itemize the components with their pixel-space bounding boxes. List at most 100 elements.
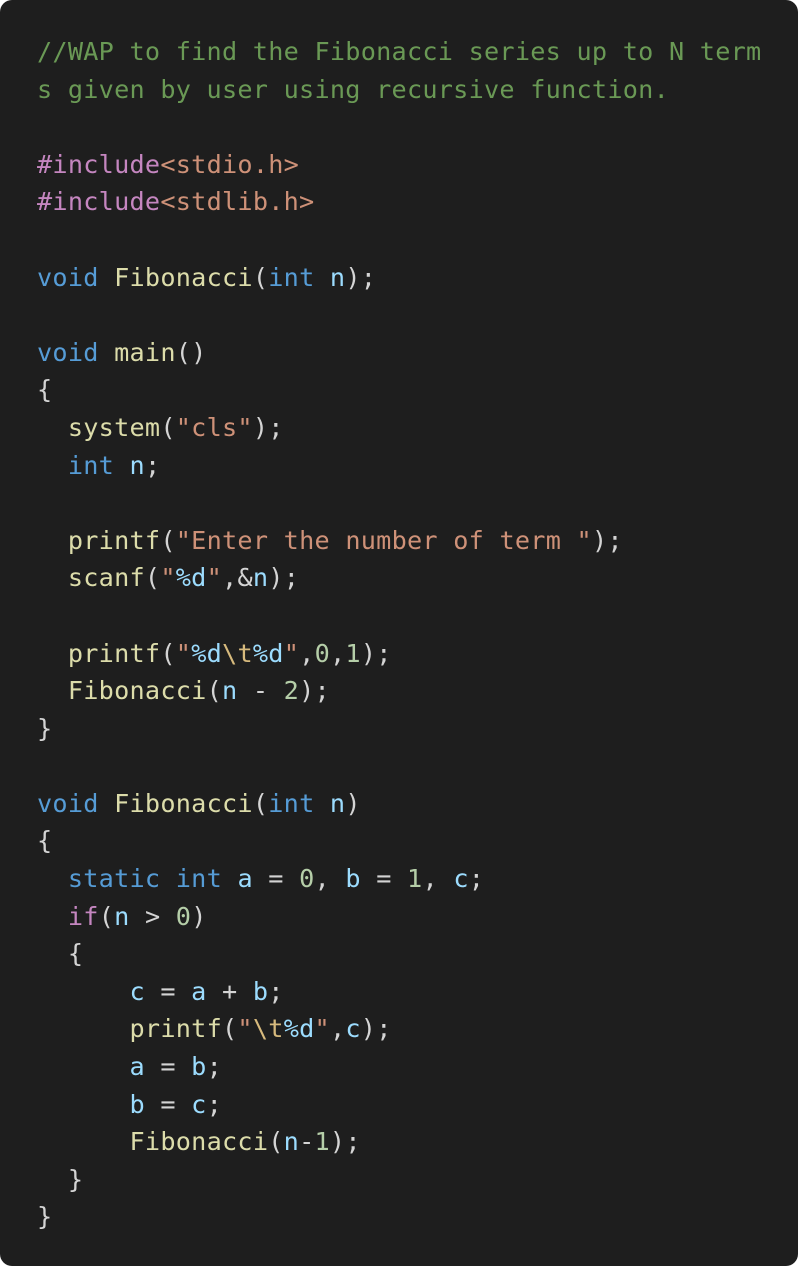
code-token: + xyxy=(206,976,253,1006)
code-token: void xyxy=(37,788,99,818)
code-line: #include<stdlib.h> xyxy=(37,183,788,221)
code-token: Fibonacci xyxy=(114,788,253,818)
code-token: Fibonacci xyxy=(67,676,207,706)
code-token: , xyxy=(329,1014,346,1044)
code-token: { xyxy=(37,826,53,856)
code-token: n xyxy=(329,788,346,818)
code-token: ) xyxy=(191,901,207,931)
code-line: static int a = 0, b = 1, c; xyxy=(37,860,788,898)
code-token: %d xyxy=(252,638,284,668)
code-token: ; xyxy=(206,1052,223,1082)
code-line: { xyxy=(37,935,788,973)
code-token: scanf xyxy=(67,563,145,593)
code-block: //WAP to find the Fibonacci series up to… xyxy=(0,0,798,1266)
code-token: a xyxy=(129,1052,145,1082)
code-token: ( xyxy=(222,1014,238,1044)
code-token: " xyxy=(160,563,176,593)
code-token: "Enter the number of term " xyxy=(175,525,592,555)
code-token: 0 xyxy=(175,901,192,931)
code-line: { xyxy=(37,822,788,860)
code-token: int xyxy=(67,450,115,480)
code-token: \t xyxy=(222,638,253,668)
code-token: ); xyxy=(591,525,623,555)
code-line: if(n > 0) xyxy=(37,898,788,936)
code-token: , xyxy=(314,864,346,894)
code-token: ( xyxy=(144,563,161,593)
code-line: void Fibonacci(int n); xyxy=(37,259,788,297)
code-token: ; xyxy=(206,1089,223,1119)
code-token: n xyxy=(114,901,130,931)
code-line: #include<stdio.h> xyxy=(37,146,788,184)
code-token: c xyxy=(453,864,469,894)
code-token: //WAP to find the Fibonacci series up to… xyxy=(37,37,762,66)
code-token: s given by user using recursive function… xyxy=(37,74,669,104)
code-token: > xyxy=(129,901,176,931)
code-token: <stdlib.h> xyxy=(160,187,315,217)
code-line: printf("%d\t%d",0,1); xyxy=(37,635,788,673)
code-line: void Fibonacci(int n) xyxy=(37,785,788,823)
code-line: Fibonacci(n - 2); xyxy=(37,672,788,710)
code-line: s given by user using recursive function… xyxy=(37,71,788,109)
code-token: { xyxy=(37,375,53,405)
code-token: , xyxy=(299,638,315,668)
code-token: ); xyxy=(360,1014,392,1044)
code-line: system("cls"); xyxy=(37,409,788,447)
code-token: n xyxy=(252,563,269,593)
code-token: ); xyxy=(299,676,330,706)
code-token: = xyxy=(360,864,408,894)
code-token: a xyxy=(237,864,253,894)
code-token: 1 xyxy=(314,1127,330,1157)
code-token: } xyxy=(37,713,53,743)
code-token: b xyxy=(252,976,269,1006)
code-token: #include xyxy=(37,149,161,179)
code-token: , xyxy=(329,638,346,668)
code-line: Fibonacci(n-1); xyxy=(37,1123,788,1161)
code-token: ; xyxy=(144,450,161,480)
code-token: { xyxy=(37,939,84,969)
code-token: #include xyxy=(37,187,161,217)
code-listing[interactable]: //WAP to find the Fibonacci series up to… xyxy=(37,33,788,1236)
code-token: static xyxy=(67,864,161,894)
code-token: 2 xyxy=(283,676,300,706)
code-line: { xyxy=(37,371,788,409)
code-token: %d xyxy=(175,563,207,593)
code-line: a = b; xyxy=(37,1048,788,1086)
code-token: ( xyxy=(206,676,222,706)
code-token: ); xyxy=(345,262,377,292)
code-token: 1 xyxy=(407,864,423,894)
code-token: 0 xyxy=(314,638,330,668)
code-token: ; xyxy=(468,864,485,894)
code-token: ( xyxy=(160,412,176,442)
code-token: , xyxy=(422,864,454,894)
code-token: ); xyxy=(360,638,392,668)
code-token: " xyxy=(175,638,192,668)
code-token: int xyxy=(268,262,315,292)
code-token: printf xyxy=(67,525,161,555)
code-line: int n; xyxy=(37,447,788,485)
code-token: if xyxy=(67,901,99,931)
code-token: ( xyxy=(252,262,269,292)
code-line: } xyxy=(37,1198,788,1236)
code-token: b xyxy=(129,1089,145,1119)
code-token: " xyxy=(237,1014,253,1044)
code-token: = xyxy=(144,1052,192,1082)
